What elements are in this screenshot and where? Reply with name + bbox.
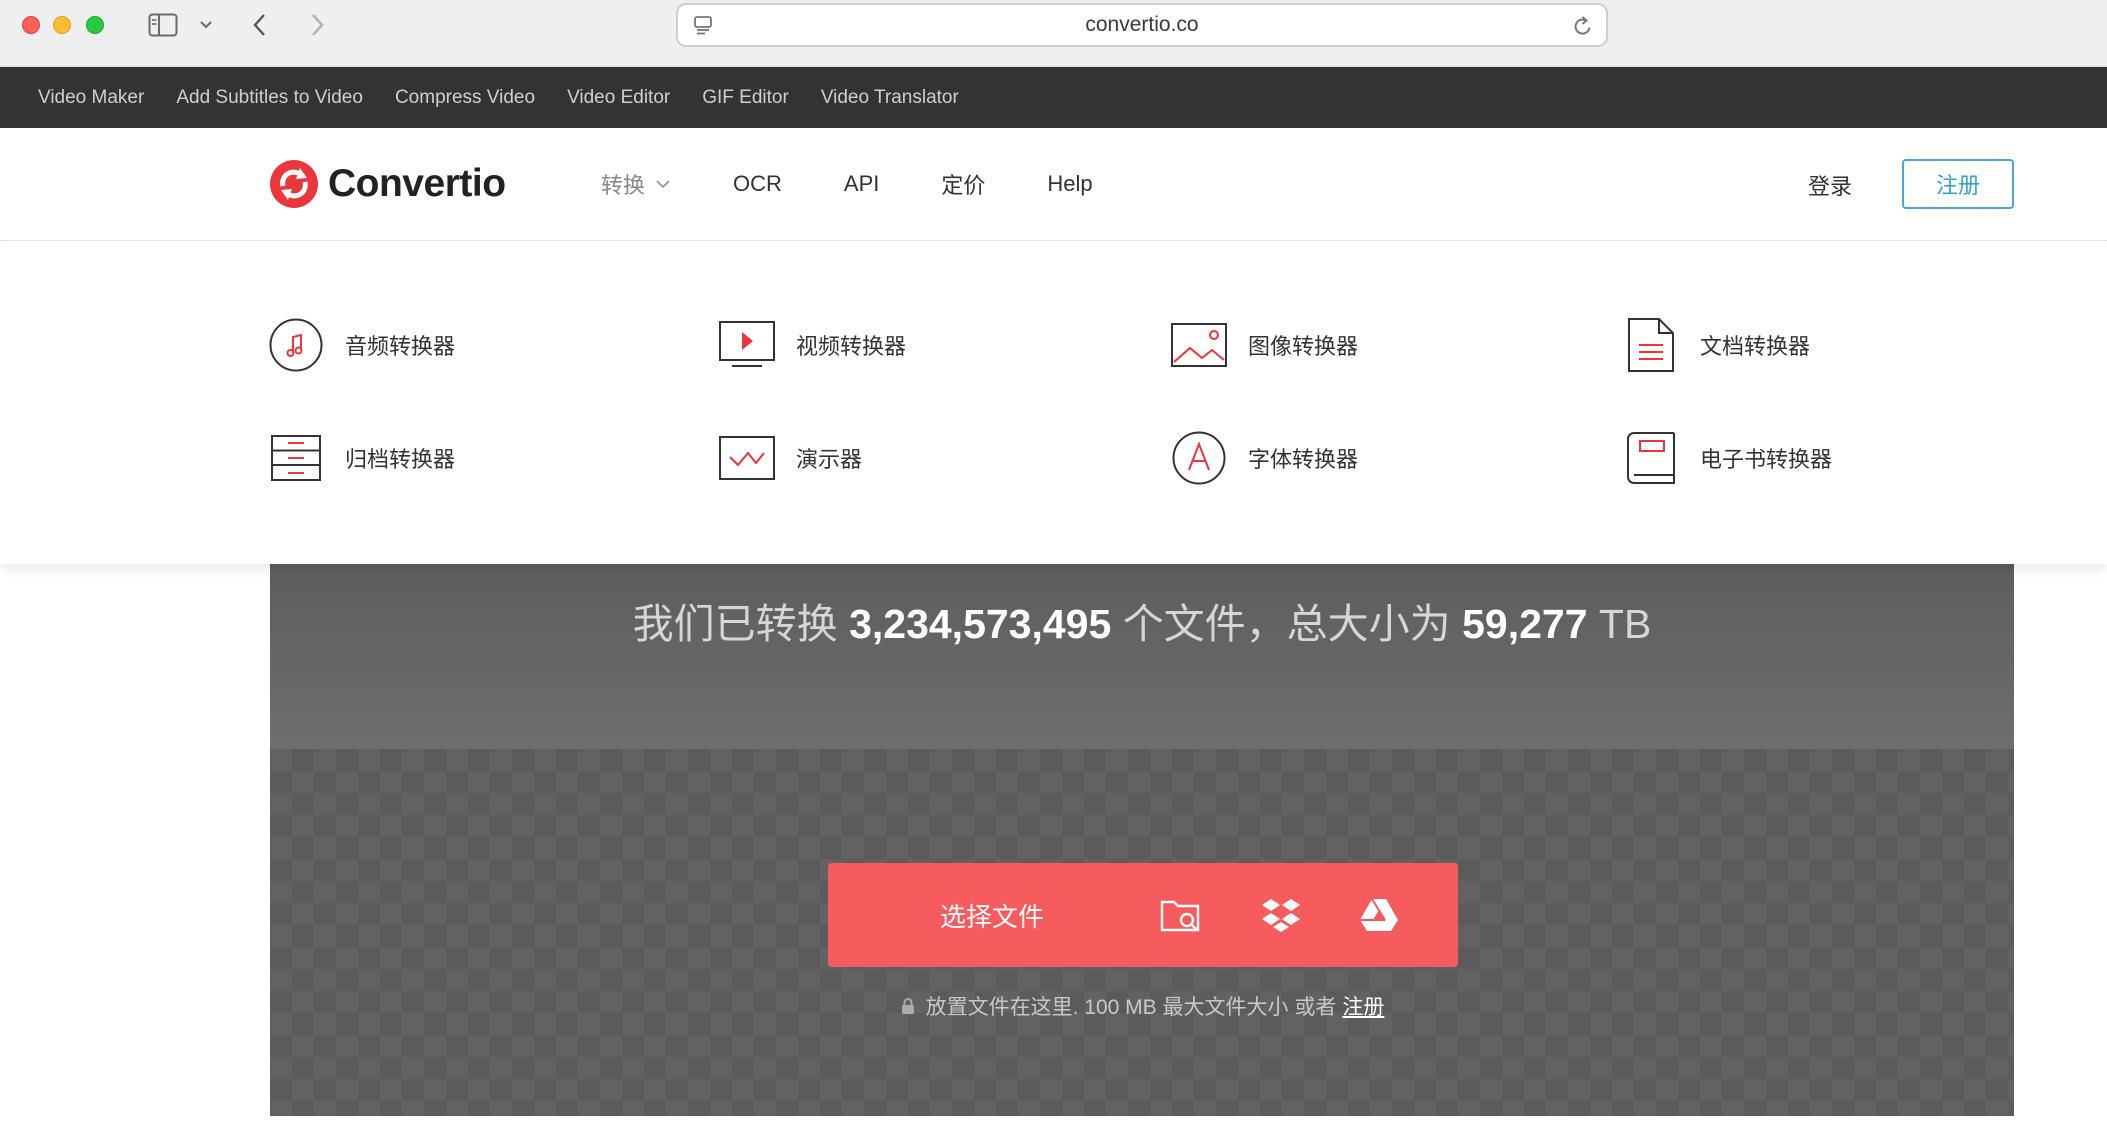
archive-icon <box>267 429 325 487</box>
image-icon <box>1170 316 1228 374</box>
stats-total-size: 59,277 <box>1462 601 1588 647</box>
converter-ebook[interactable]: 电子书转换器 <box>1622 429 1832 487</box>
folder-search-icon[interactable] <box>1158 893 1204 937</box>
presentation-icon <box>718 429 776 487</box>
video-play-icon <box>718 316 776 374</box>
music-note-icon <box>267 316 325 374</box>
reload-icon[interactable] <box>1572 14 1594 43</box>
topbar-link-video-translator[interactable]: Video Translator <box>821 87 959 109</box>
site-header: Convertio 转换 OCR API 定价 Help 登录 注册 <box>0 128 2107 241</box>
google-drive-icon[interactable] <box>1356 893 1402 937</box>
topbar-link-video-editor[interactable]: Video Editor <box>567 87 670 109</box>
topbar-link-video-maker[interactable]: Video Maker <box>38 87 144 109</box>
converter-document[interactable]: 文档转换器 <box>1622 316 1810 374</box>
forward-arrow-icon[interactable] <box>303 10 331 40</box>
choose-files-button[interactable]: 选择文件 <box>940 897 1140 934</box>
maximize-window-button[interactable] <box>86 16 104 34</box>
address-bar[interactable]: convertio.co <box>676 3 1608 47</box>
chevron-down-icon <box>656 180 670 189</box>
brand-logo[interactable]: Convertio <box>269 158 506 210</box>
converter-image[interactable]: 图像转换器 <box>1170 316 1358 374</box>
converter-presentation-label: 演示器 <box>796 447 863 472</box>
nav-convert-label: 转换 <box>601 173 646 198</box>
login-link[interactable]: 登录 <box>1808 169 1852 201</box>
stats-banner: 我们已转换 3,234,573,495 个文件，总大小为 59,277 TB <box>270 564 2014 749</box>
brand-name: Convertio <box>328 162 506 205</box>
drop-hint-text: 放置文件在这里. 100 MB 最大文件大小 或者 <box>925 996 1337 1019</box>
lock-icon <box>901 998 914 1014</box>
drop-hint: 放置文件在这里. 100 MB 最大文件大小 或者 注册 <box>270 991 2014 1021</box>
converter-video-label: 视频转换器 <box>796 334 907 359</box>
topbar-link-gif-editor[interactable]: GIF Editor <box>702 87 789 109</box>
converter-archive-label: 归档转换器 <box>345 447 456 472</box>
stats-unit: TB <box>1598 601 1652 647</box>
converter-document-label: 文档转换器 <box>1700 334 1811 359</box>
back-arrow-icon[interactable] <box>246 10 274 40</box>
ebook-icon <box>1622 429 1680 487</box>
stats-prefix: 我们已转换 <box>632 601 838 647</box>
url-text[interactable]: convertio.co <box>1085 13 1198 37</box>
converter-font-label: 字体转换器 <box>1248 447 1359 472</box>
nav-convert-dropdown[interactable]: 转换 <box>601 168 671 200</box>
converter-video[interactable]: 视频转换器 <box>718 316 906 374</box>
sidebar-toggle-icon[interactable] <box>146 10 180 40</box>
converter-font[interactable]: 字体转换器 <box>1170 429 1358 487</box>
chevron-down-icon[interactable] <box>196 10 216 40</box>
minimize-window-button[interactable] <box>53 16 71 34</box>
convertio-logo-icon <box>270 160 318 208</box>
browser-toolbar: convertio.co <box>0 0 2107 67</box>
stats-middle: 个文件，总大小为 <box>1122 601 1451 647</box>
nav-api[interactable]: API <box>844 171 879 197</box>
close-window-button[interactable] <box>22 16 40 34</box>
main-nav: 转换 OCR API 定价 Help <box>601 164 1155 204</box>
converter-image-label: 图像转换器 <box>1248 334 1359 359</box>
converter-ebook-label: 电子书转换器 <box>1700 447 1833 472</box>
stats-files-count: 3,234,573,495 <box>849 601 1112 647</box>
nav-help[interactable]: Help <box>1047 171 1092 197</box>
nav-ocr[interactable]: OCR <box>733 171 782 197</box>
font-icon <box>1170 429 1228 487</box>
conversion-stats: 我们已转换 3,234,573,495 个文件，总大小为 59,277 TB <box>270 590 2014 650</box>
topbar-link-add-subtitles[interactable]: Add Subtitles to Video <box>176 87 363 109</box>
dropbox-icon[interactable] <box>1258 893 1304 937</box>
converter-dropdown-panel: 音频转换器 视频转换器 图像转换器 文档转换器 归档转换器 演示器 字体转换器 … <box>0 241 2107 564</box>
converter-audio[interactable]: 音频转换器 <box>267 316 455 374</box>
topbar-link-compress-video[interactable]: Compress Video <box>395 87 535 109</box>
signup-button[interactable]: 注册 <box>1902 159 2014 209</box>
converter-presentation[interactable]: 演示器 <box>718 429 862 487</box>
nav-pricing[interactable]: 定价 <box>941 168 985 200</box>
choose-files-bar: 选择文件 <box>828 863 1458 967</box>
top-product-bar: Video Maker Add Subtitles to Video Compr… <box>0 67 2107 128</box>
site-settings-icon[interactable] <box>692 14 714 41</box>
converter-audio-label: 音频转换器 <box>345 334 456 359</box>
file-drop-zone[interactable]: 选择文件 放置文件在这里. 100 MB 最大文件大小 或者 注册 <box>270 749 2014 1116</box>
converter-archive[interactable]: 归档转换器 <box>267 429 455 487</box>
document-icon <box>1622 316 1680 374</box>
drop-hint-signup-link[interactable]: 注册 <box>1342 991 1384 1021</box>
